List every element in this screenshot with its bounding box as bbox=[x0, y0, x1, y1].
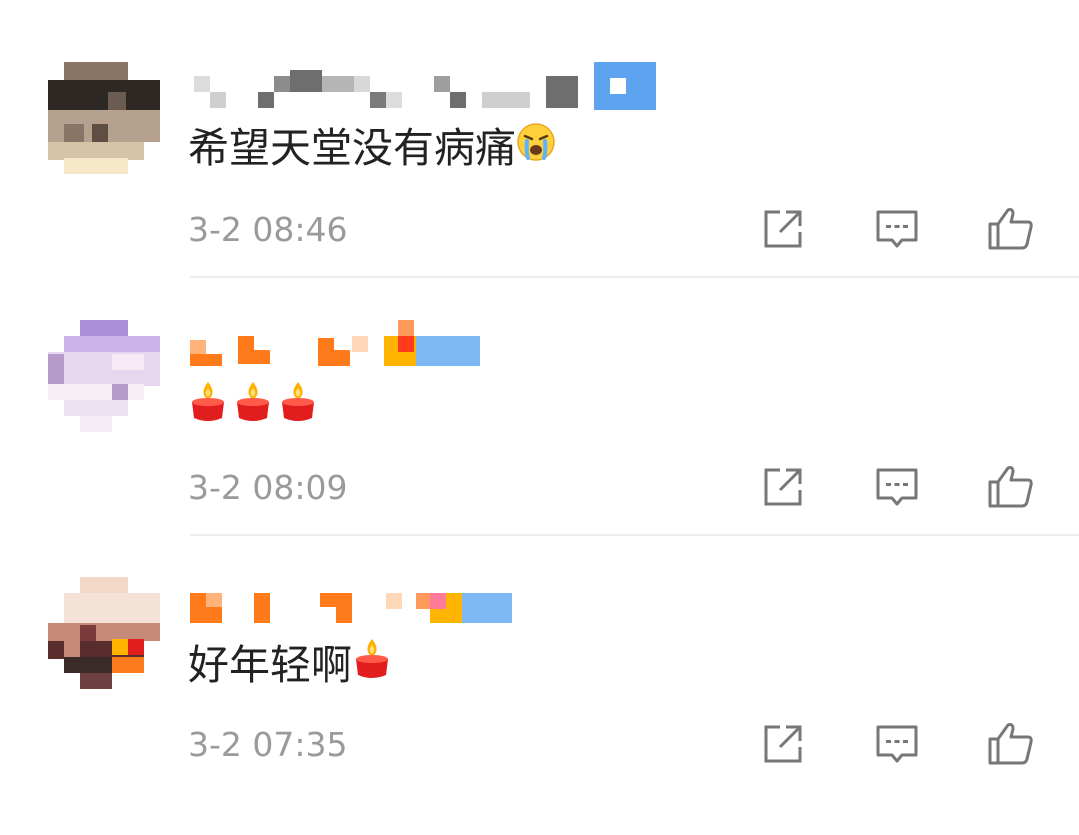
comment-text bbox=[188, 380, 318, 435]
comment-item: 3-2 08:09 bbox=[0, 320, 1079, 578]
reply-icon bbox=[876, 725, 918, 763]
like-button[interactable] bbox=[986, 719, 1036, 769]
thumbs-up-icon bbox=[988, 466, 1033, 508]
reply-button[interactable] bbox=[872, 204, 922, 254]
thumbs-up-icon bbox=[988, 208, 1033, 250]
share-icon bbox=[764, 210, 802, 248]
comment-text: 好年轻啊 bbox=[188, 637, 392, 692]
timestamp: 3-2 07:35 bbox=[188, 725, 348, 764]
share-button[interactable] bbox=[758, 719, 808, 769]
comment-text: 希望天堂没有病痛 bbox=[188, 122, 556, 173]
thumbs-up-icon bbox=[988, 723, 1033, 765]
user-badge-icon bbox=[416, 336, 480, 366]
share-icon bbox=[764, 725, 802, 763]
like-button[interactable] bbox=[986, 204, 1036, 254]
share-icon bbox=[764, 468, 802, 506]
candle-icon bbox=[233, 380, 273, 435]
avatar[interactable] bbox=[48, 577, 160, 689]
timestamp: 3-2 08:09 bbox=[188, 468, 348, 507]
divider bbox=[190, 534, 1079, 536]
like-button[interactable] bbox=[986, 462, 1036, 512]
avatar[interactable] bbox=[48, 320, 160, 432]
reply-icon bbox=[876, 468, 918, 506]
candle-icon bbox=[278, 380, 318, 435]
username-pixelated[interactable] bbox=[190, 320, 690, 370]
crying-face-icon bbox=[516, 122, 556, 173]
candle-icon bbox=[352, 637, 392, 692]
comment-item: 好年轻啊 3-2 07:35 bbox=[0, 577, 1079, 835]
username-pixelated[interactable] bbox=[190, 62, 690, 112]
share-button[interactable] bbox=[758, 204, 808, 254]
reply-button[interactable] bbox=[872, 719, 922, 769]
divider bbox=[190, 276, 1079, 278]
avatar[interactable] bbox=[48, 62, 160, 174]
reply-button[interactable] bbox=[872, 462, 922, 512]
comment-item: 希望天堂没有病痛 3-2 08:46 bbox=[0, 62, 1079, 320]
reply-icon bbox=[876, 210, 918, 248]
timestamp: 3-2 08:46 bbox=[188, 210, 348, 249]
username-pixelated[interactable] bbox=[190, 577, 690, 627]
share-button[interactable] bbox=[758, 462, 808, 512]
user-badge-icon bbox=[462, 593, 512, 623]
candle-icon bbox=[188, 380, 228, 435]
